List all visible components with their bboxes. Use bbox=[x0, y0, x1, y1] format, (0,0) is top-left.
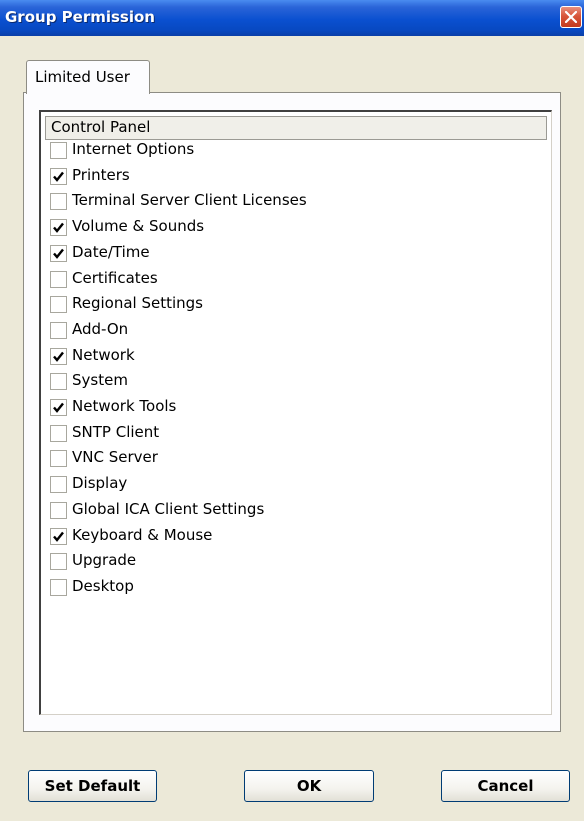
permission-item[interactable]: Network bbox=[50, 346, 450, 368]
group-permission-dialog: Group Permission Limited User Control Pa… bbox=[0, 0, 584, 821]
permission-item-label: Network bbox=[72, 346, 135, 364]
permission-item[interactable]: Terminal Server Client Licenses bbox=[50, 191, 450, 213]
permission-checkbox[interactable] bbox=[50, 168, 67, 185]
permission-item-label: Terminal Server Client Licenses bbox=[72, 191, 307, 209]
permission-checkbox[interactable] bbox=[50, 450, 67, 467]
permission-item-label: Volume & Sounds bbox=[72, 217, 205, 235]
permission-checkbox[interactable] bbox=[50, 271, 67, 288]
permission-checkbox[interactable] bbox=[50, 476, 67, 493]
permission-checkbox[interactable] bbox=[50, 528, 67, 545]
ok-button[interactable]: OK bbox=[244, 770, 374, 802]
permission-checkbox[interactable] bbox=[50, 553, 67, 570]
permission-checkbox[interactable] bbox=[50, 373, 67, 390]
permission-item-label: Printers bbox=[72, 166, 130, 184]
permission-item-label: Upgrade bbox=[72, 551, 137, 569]
checkmark-icon bbox=[53, 351, 64, 362]
permission-item-label: Certificates bbox=[72, 269, 158, 287]
checkmark-icon bbox=[53, 222, 64, 233]
window-title: Group Permission bbox=[5, 8, 155, 26]
checkmark-icon bbox=[53, 248, 64, 259]
permission-item[interactable]: Certificates bbox=[50, 269, 450, 291]
permission-item-label: Network Tools bbox=[72, 397, 177, 415]
checkmark-icon bbox=[53, 531, 64, 542]
list-header-label: Control Panel bbox=[51, 118, 151, 136]
permission-checkbox[interactable] bbox=[50, 322, 67, 339]
permission-checkbox[interactable] bbox=[50, 502, 67, 519]
cancel-button[interactable]: Cancel bbox=[441, 770, 570, 802]
permission-item[interactable]: Upgrade bbox=[50, 551, 450, 573]
permission-item-label: Add-On bbox=[72, 320, 129, 338]
permission-item[interactable]: SNTP Client bbox=[50, 423, 450, 445]
permission-checkbox[interactable] bbox=[50, 348, 67, 365]
permission-checkbox[interactable] bbox=[50, 296, 67, 313]
permission-item[interactable]: Global ICA Client Settings bbox=[50, 500, 450, 522]
checkmark-icon bbox=[53, 171, 64, 182]
permission-checkbox[interactable] bbox=[50, 579, 67, 596]
tab-label: Limited User bbox=[35, 68, 130, 86]
permission-item[interactable]: Network Tools bbox=[50, 397, 450, 419]
permission-item-label: Global ICA Client Settings bbox=[72, 500, 265, 518]
checkmark-icon bbox=[53, 402, 64, 413]
permission-item[interactable]: System bbox=[50, 371, 450, 393]
permission-item-label: System bbox=[72, 371, 128, 389]
permission-item-label: Internet Options bbox=[72, 140, 195, 158]
close-button[interactable] bbox=[560, 6, 582, 28]
permission-item[interactable]: Internet Options bbox=[50, 140, 450, 162]
permission-item[interactable]: Date/Time bbox=[50, 243, 450, 265]
permission-item[interactable]: VNC Server bbox=[50, 448, 450, 470]
permission-item[interactable]: Keyboard & Mouse bbox=[50, 526, 450, 548]
permission-item[interactable]: Volume & Sounds bbox=[50, 217, 450, 239]
permission-item-label: Desktop bbox=[72, 577, 134, 595]
permission-item[interactable]: Printers bbox=[50, 166, 450, 188]
permission-item[interactable]: Display bbox=[50, 474, 450, 496]
close-icon bbox=[565, 11, 577, 23]
permission-item-label: SNTP Client bbox=[72, 423, 160, 441]
permission-item-label: Display bbox=[72, 474, 128, 492]
permission-item[interactable]: Regional Settings bbox=[50, 294, 450, 316]
permission-checkbox[interactable] bbox=[50, 219, 67, 236]
permission-item-label: Date/Time bbox=[72, 243, 150, 261]
permission-item[interactable]: Desktop bbox=[50, 577, 450, 599]
tab-limited-user[interactable]: Limited User bbox=[26, 60, 150, 94]
permission-item[interactable]: Add-On bbox=[50, 320, 450, 342]
permission-item-label: Regional Settings bbox=[72, 294, 204, 312]
permission-item-label: VNC Server bbox=[72, 448, 158, 466]
permission-checkbox[interactable] bbox=[50, 425, 67, 442]
title-bar[interactable]: Group Permission bbox=[0, 0, 584, 36]
permission-checkbox[interactable] bbox=[50, 142, 67, 159]
permission-checkbox[interactable] bbox=[50, 193, 67, 210]
list-header: Control Panel bbox=[45, 116, 547, 140]
permission-item-label: Keyboard & Mouse bbox=[72, 526, 213, 544]
permission-checkbox[interactable] bbox=[50, 399, 67, 416]
set-default-button[interactable]: Set Default bbox=[28, 770, 157, 802]
permission-checkbox[interactable] bbox=[50, 245, 67, 262]
